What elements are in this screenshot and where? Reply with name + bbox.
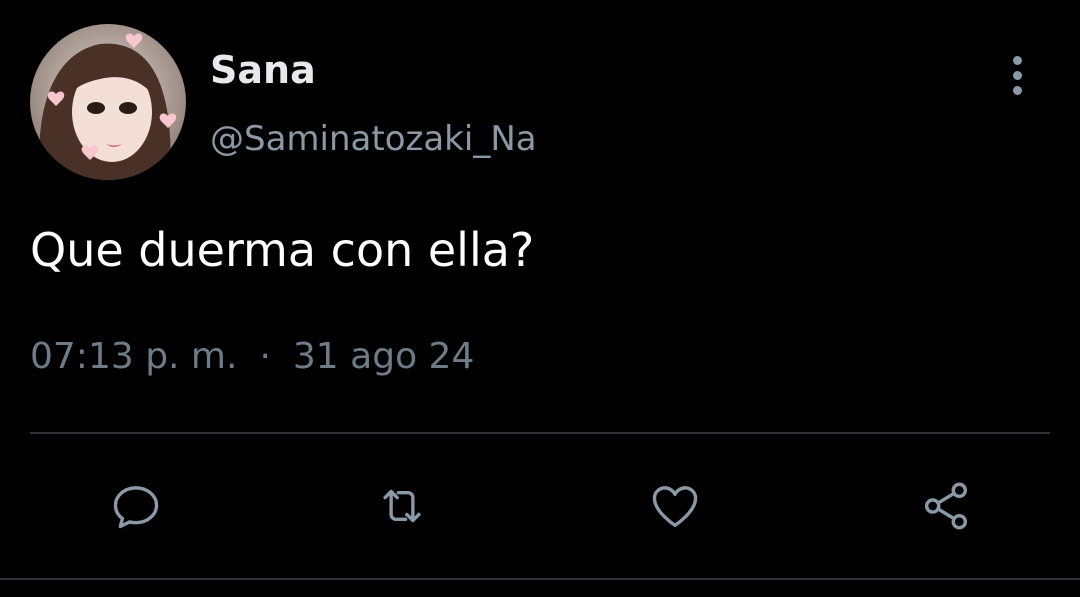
- tweet-time: 07:13 p. m.: [30, 336, 238, 377]
- share-icon: [924, 482, 968, 530]
- tweet-card: Sana @Saminatozaki_Na Que duerma con ell…: [0, 0, 1080, 597]
- share-button[interactable]: [916, 476, 976, 536]
- divider: [30, 432, 1050, 434]
- like-button[interactable]: [645, 476, 705, 536]
- display-name[interactable]: Sana: [210, 46, 316, 94]
- retweet-button[interactable]: [372, 476, 432, 536]
- avatar[interactable]: [30, 24, 186, 180]
- tweet-timestamp[interactable]: 07:13 p. m. · 31 ago 24: [30, 332, 474, 382]
- reply-icon: [113, 486, 159, 529]
- more-options-button[interactable]: [996, 52, 1038, 98]
- retweet-icon: [383, 489, 421, 523]
- meta-separator: ·: [259, 336, 271, 377]
- bottom-divider: [0, 578, 1080, 580]
- tweet-date: 31 ago 24: [292, 336, 475, 377]
- reply-button[interactable]: [106, 476, 166, 536]
- heart-icon: [652, 486, 698, 528]
- avatar-image: [30, 24, 186, 180]
- more-vertical-icon: [1012, 55, 1022, 95]
- user-handle[interactable]: @Saminatozaki_Na: [210, 115, 537, 163]
- tweet-text: Que duerma con ella?: [30, 223, 535, 277]
